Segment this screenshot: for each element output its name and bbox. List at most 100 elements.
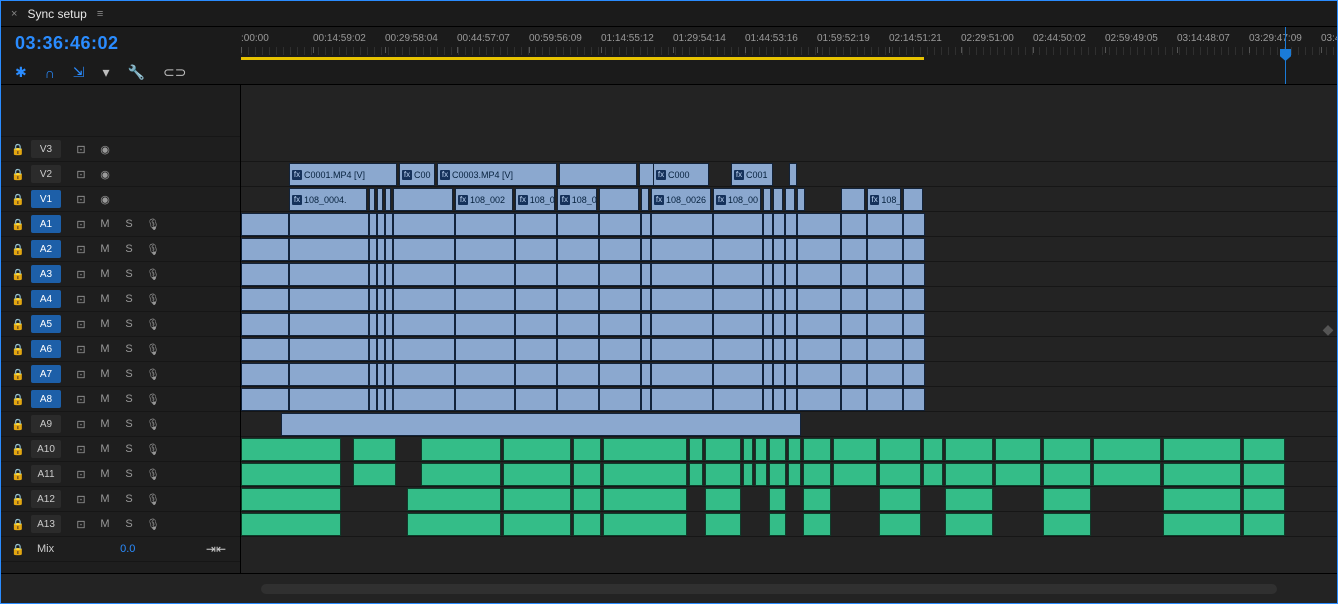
video-clip[interactable]	[785, 238, 797, 261]
mute-button[interactable]: M	[97, 343, 113, 356]
video-clip[interactable]	[289, 288, 369, 311]
audio-clip[interactable]	[407, 488, 501, 511]
audio-clip[interactable]	[407, 513, 501, 536]
audio-clip[interactable]	[503, 513, 571, 536]
audio-clip[interactable]	[421, 438, 501, 461]
solo-button[interactable]: S	[121, 368, 137, 381]
audio-clip[interactable]	[573, 513, 601, 536]
video-clip[interactable]	[385, 363, 393, 386]
solo-button[interactable]: S	[121, 293, 137, 306]
audio-clip[interactable]	[705, 488, 741, 511]
video-clip[interactable]	[599, 288, 641, 311]
video-clip[interactable]	[515, 213, 557, 236]
video-clip[interactable]	[713, 288, 763, 311]
lock-icon[interactable]: 🔒	[11, 468, 25, 481]
solo-button[interactable]: S	[121, 468, 137, 481]
audio-clip[interactable]	[803, 438, 831, 461]
lock-icon[interactable]: 🔒	[11, 318, 25, 331]
audio-clip[interactable]	[573, 463, 601, 486]
video-clip[interactable]	[369, 338, 377, 361]
video-clip[interactable]: fxC00	[399, 163, 435, 186]
video-clip[interactable]	[785, 213, 797, 236]
mute-button[interactable]: M	[97, 518, 113, 531]
video-clip[interactable]	[641, 213, 651, 236]
track-header-a11[interactable]: 🔒A11⊡MS🎙	[1, 462, 240, 487]
video-clip[interactable]	[867, 313, 903, 336]
video-clip[interactable]	[377, 338, 385, 361]
video-clip[interactable]	[393, 363, 455, 386]
track-header-a10[interactable]: 🔒A10⊡MS🎙	[1, 437, 240, 462]
audio-clip[interactable]	[1093, 463, 1161, 486]
snap-toggle-icon[interactable]: ✱	[15, 64, 27, 81]
video-clip[interactable]	[289, 313, 369, 336]
audio-clip[interactable]	[1243, 513, 1285, 536]
video-clip[interactable]	[393, 338, 455, 361]
video-clip[interactable]	[713, 388, 763, 411]
voiceover-icon[interactable]: 🎙	[145, 243, 161, 256]
video-clip[interactable]	[785, 388, 797, 411]
audio-clip[interactable]	[1093, 438, 1161, 461]
video-clip[interactable]	[651, 263, 713, 286]
video-clip[interactable]	[557, 338, 599, 361]
video-clip[interactable]	[867, 213, 903, 236]
voiceover-icon[interactable]: 🎙	[145, 418, 161, 431]
voiceover-icon[interactable]: 🎙	[145, 468, 161, 481]
video-clip[interactable]	[377, 238, 385, 261]
video-clip[interactable]	[797, 363, 841, 386]
audio-clip[interactable]	[689, 438, 703, 461]
video-clip[interactable]	[713, 363, 763, 386]
video-clip[interactable]: fx108_0	[515, 188, 555, 211]
audio-clip[interactable]	[241, 438, 341, 461]
track-target-toggle[interactable]: A3	[31, 265, 61, 283]
video-clip[interactable]	[455, 288, 515, 311]
video-clip[interactable]	[903, 263, 925, 286]
video-clip[interactable]	[651, 238, 713, 261]
audio-clip[interactable]	[503, 463, 571, 486]
video-clip[interactable]	[763, 338, 773, 361]
video-clip[interactable]	[651, 313, 713, 336]
video-clip[interactable]	[393, 263, 455, 286]
video-clip[interactable]	[515, 363, 557, 386]
track-header-a7[interactable]: 🔒A7⊡MS🎙	[1, 362, 240, 387]
video-clip[interactable]: fxC001	[731, 163, 773, 186]
video-clip[interactable]	[903, 363, 925, 386]
lock-icon[interactable]: 🔒	[11, 293, 25, 306]
video-clip[interactable]	[797, 188, 805, 211]
audio-clip[interactable]	[503, 488, 571, 511]
track-target-toggle[interactable]: A2	[31, 240, 61, 258]
audio-clip[interactable]	[603, 438, 687, 461]
video-clip[interactable]	[369, 263, 377, 286]
video-clip[interactable]	[377, 363, 385, 386]
audio-clip[interactable]	[923, 463, 943, 486]
track-header-v1[interactable]: 🔒V1⊡◉	[1, 187, 240, 212]
mute-button[interactable]: M	[97, 468, 113, 481]
audio-clip[interactable]	[603, 513, 687, 536]
audio-clip[interactable]	[1043, 513, 1091, 536]
video-clip[interactable]	[785, 338, 797, 361]
audio-clip[interactable]	[803, 463, 831, 486]
audio-clip[interactable]	[573, 438, 601, 461]
video-clip[interactable]	[773, 238, 785, 261]
video-clip[interactable]	[641, 188, 649, 211]
wrench-icon[interactable]: 🔧	[128, 64, 145, 81]
video-clip[interactable]	[385, 288, 393, 311]
audio-clip[interactable]	[241, 463, 341, 486]
track-target-toggle[interactable]: A11	[31, 465, 61, 483]
toggle-output-icon[interactable]: ◉	[97, 168, 113, 181]
sync-lock-icon[interactable]: ⊡	[73, 318, 89, 331]
track-header-a1[interactable]: 🔒A1⊡MS🎙	[1, 212, 240, 237]
track-target-toggle[interactable]: A4	[31, 290, 61, 308]
track-header-a9[interactable]: 🔒A9⊡MS🎙	[1, 412, 240, 437]
voiceover-icon[interactable]: 🎙	[145, 443, 161, 456]
video-clip[interactable]	[241, 213, 289, 236]
video-clip[interactable]	[557, 288, 599, 311]
video-clip[interactable]	[385, 338, 393, 361]
toggle-output-icon[interactable]: ◉	[97, 143, 113, 156]
video-clip[interactable]	[557, 313, 599, 336]
video-clip[interactable]	[841, 388, 867, 411]
video-clip[interactable]	[773, 213, 785, 236]
video-clip[interactable]	[841, 188, 865, 211]
lock-icon[interactable]: 🔒	[11, 418, 25, 431]
video-clip[interactable]	[785, 313, 797, 336]
video-clip[interactable]: fx108_0026	[651, 188, 711, 211]
